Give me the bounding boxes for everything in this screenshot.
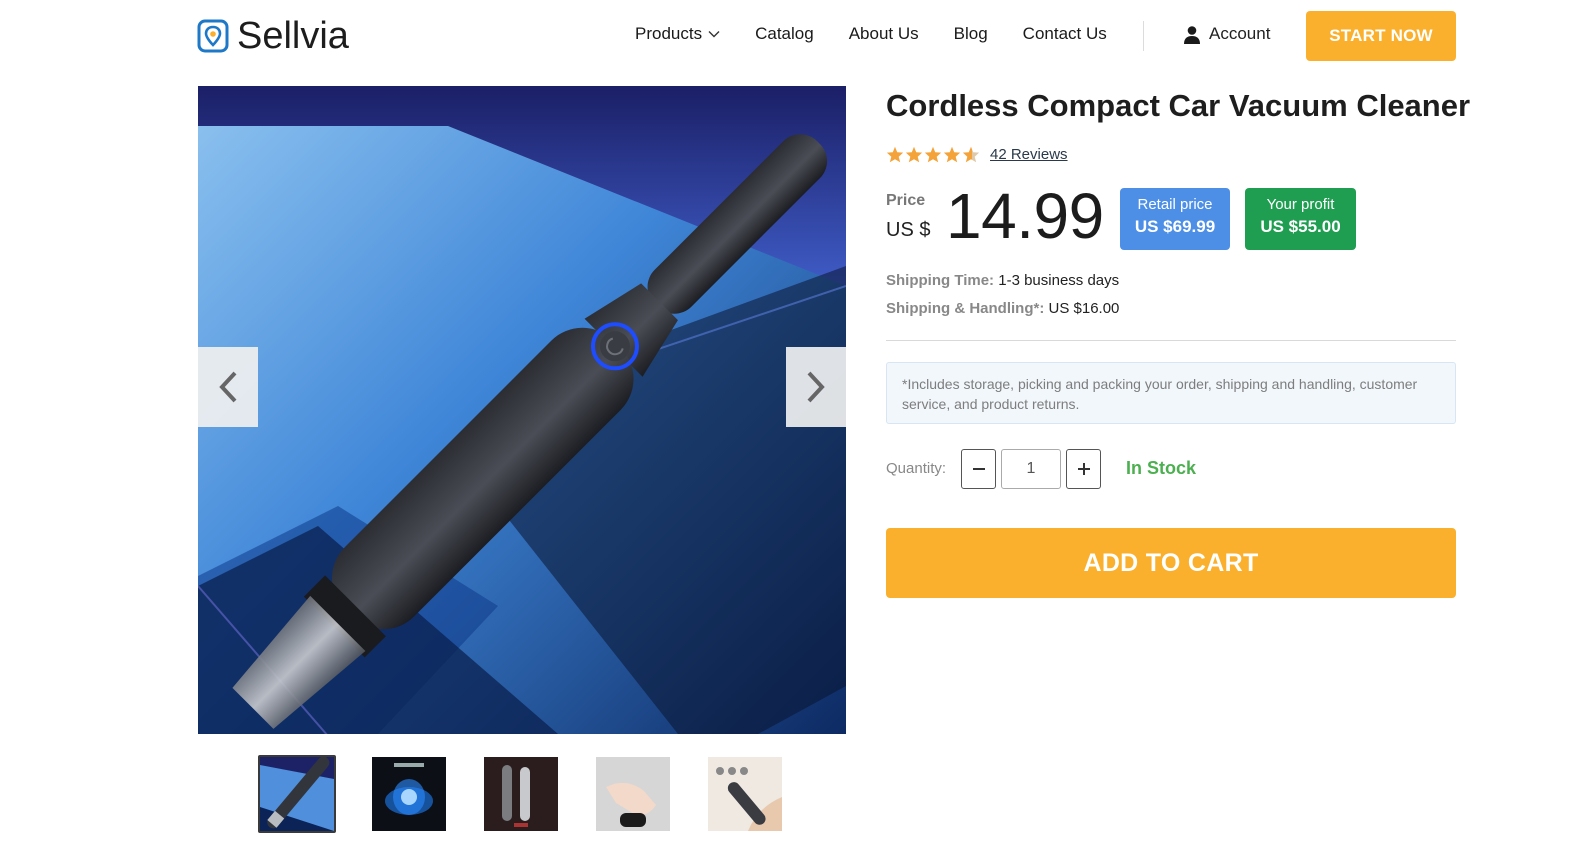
gallery-next-button[interactable] (786, 347, 846, 427)
nav-blog[interactable]: Blog (954, 24, 988, 44)
thumbnail-4[interactable] (594, 755, 672, 833)
nav-about-us[interactable]: About Us (849, 24, 919, 44)
vacuum-product-image (198, 86, 846, 734)
chevron-left-icon (219, 371, 237, 403)
quantity-label: Quantity: (886, 460, 947, 477)
profit-label: Your profit (1266, 196, 1335, 213)
thumbnail-2[interactable] (370, 755, 448, 833)
shipping-handling-row: Shipping & Handling*: US $16.00 (886, 300, 1119, 317)
product-main-image[interactable] (198, 86, 846, 734)
add-to-cart-button[interactable]: ADD TO CART (886, 528, 1456, 598)
reviews-link[interactable]: 42 Reviews (990, 146, 1068, 163)
shipping-handling-label: Shipping & Handling*: (886, 300, 1045, 317)
nav-products[interactable]: Products (635, 24, 720, 44)
thumbnail-image (260, 757, 334, 831)
profit-value: US $55.00 (1260, 217, 1341, 236)
quantity-increase-button[interactable] (1066, 449, 1101, 489)
shipping-time-row: Shipping Time: 1-3 business days (886, 272, 1119, 289)
profit-badge: Your profit US $55.00 (1245, 188, 1356, 250)
product-title: Cordless Compact Car Vacuum Cleaner (886, 88, 1471, 123)
star-icon (905, 146, 923, 163)
brand-name: Sellvia (237, 15, 349, 57)
thumbnail-5[interactable] (706, 755, 784, 833)
price-currency: US $ (886, 219, 931, 241)
thumbnail-1[interactable] (258, 755, 336, 833)
chevron-down-icon (708, 31, 720, 38)
brand-logo[interactable]: Sellvia (197, 17, 349, 55)
star-half-icon (962, 146, 980, 163)
retail-price-badge: Retail price US $69.99 (1120, 188, 1230, 250)
user-icon (1184, 25, 1200, 44)
quantity-decrease-button[interactable] (961, 449, 996, 489)
product-rating: 42 Reviews (886, 146, 1068, 163)
star-icon (924, 146, 942, 163)
star-icon (886, 146, 904, 163)
shipping-time-value: 1-3 business days (998, 272, 1120, 289)
divider (886, 340, 1456, 341)
nav-products-label: Products (635, 24, 703, 43)
quantity-input[interactable] (1001, 449, 1061, 489)
thumbnail-image (708, 757, 782, 831)
thumbnail-strip (258, 755, 784, 833)
price-value: 14.99 (946, 180, 1104, 252)
gallery-prev-button[interactable] (198, 347, 258, 427)
thumbnail-3[interactable] (482, 755, 560, 833)
rating-stars (886, 146, 980, 163)
star-icon (943, 146, 961, 163)
retail-price-value: US $69.99 (1134, 217, 1216, 236)
main-nav: Products Catalog About Us Blog Contact U… (635, 24, 1142, 44)
thumbnail-image (484, 757, 558, 831)
thumbnail-image (596, 757, 670, 831)
price-label: Price (886, 192, 926, 209)
plus-icon (1077, 463, 1090, 475)
chevron-right-icon (807, 371, 825, 403)
shipping-time-label: Shipping Time: (886, 272, 995, 289)
shipping-note: *Includes storage, picking and packing y… (886, 362, 1456, 424)
thumbnail-image (372, 757, 446, 831)
nav-contact-us[interactable]: Contact Us (1023, 24, 1107, 44)
stock-status: In Stock (1126, 458, 1197, 478)
start-now-button[interactable]: START NOW (1306, 11, 1456, 61)
shipping-handling-value: US $16.00 (1048, 300, 1120, 317)
nav-catalog[interactable]: Catalog (755, 24, 814, 44)
nav-divider (1143, 21, 1144, 51)
account-link[interactable]: Account (1183, 24, 1270, 44)
site-header: Sellvia Products Catalog About Us Blog C… (0, 0, 1569, 72)
logo-pin-icon (197, 19, 229, 53)
retail-price-label: Retail price (1137, 196, 1213, 213)
minus-icon (972, 468, 985, 470)
account-label: Account (1209, 24, 1271, 43)
